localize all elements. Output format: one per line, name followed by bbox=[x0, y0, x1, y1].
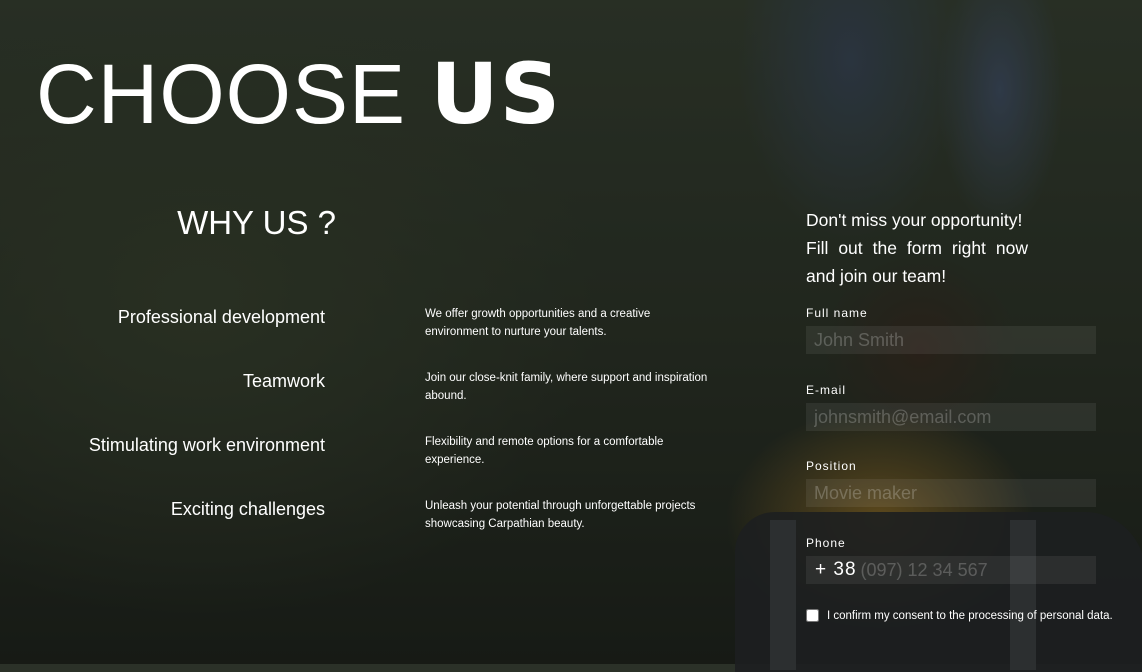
feature-title-professional-development: Professional development bbox=[117, 307, 325, 327]
promo-line-3: and join our team! bbox=[806, 266, 947, 286]
phone-field: + 38 bbox=[806, 556, 1096, 584]
feature-title-exciting-challenges: Exciting challenges bbox=[170, 499, 325, 519]
feature-title-teamwork: Teamwork bbox=[242, 371, 325, 391]
backpack-shape bbox=[735, 512, 1142, 672]
email-input[interactable] bbox=[806, 403, 1096, 431]
feature-title-work-environment: Stimulating work environment bbox=[88, 435, 325, 455]
consent-checkbox[interactable] bbox=[806, 609, 819, 622]
backpack-strap-right bbox=[1010, 520, 1036, 670]
feature-desc-work-environment: Flexibility and remote options for a com… bbox=[425, 436, 664, 466]
consent-row[interactable]: I confirm my consent to the processing o… bbox=[806, 609, 1113, 622]
phone-country-prefix: + 38 bbox=[815, 559, 857, 580]
feature-desc-teamwork: Join our close-knit family, where suppor… bbox=[425, 372, 708, 402]
why-us-heading: WHY US ? bbox=[177, 204, 336, 241]
phone-input[interactable] bbox=[856, 556, 1096, 584]
full-name-input[interactable] bbox=[806, 326, 1096, 354]
promo-line-1: Don't miss your opportunity! bbox=[806, 210, 1023, 230]
feature-desc-exciting-challenges: Unleash your potential through unforgett… bbox=[425, 500, 696, 530]
consent-label: I confirm my consent to the processing o… bbox=[827, 609, 1113, 622]
page-title-light: CHOOSE bbox=[36, 47, 431, 141]
position-input[interactable] bbox=[806, 479, 1096, 507]
position-label: Position bbox=[806, 459, 857, 473]
promo-line-2: Fill out the form right now bbox=[806, 238, 1028, 258]
backpack-strap-left bbox=[770, 520, 796, 670]
full-name-label: Full name bbox=[806, 306, 868, 320]
page-title: CHOOSE US bbox=[36, 44, 561, 144]
form-promo-text: Don't miss your opportunity! Fill out th… bbox=[806, 206, 1028, 290]
email-label: E-mail bbox=[806, 383, 847, 397]
feature-desc-professional-development: We offer growth opportunities and a crea… bbox=[425, 308, 651, 338]
page-title-bold: US bbox=[430, 45, 562, 143]
phone-label: Phone bbox=[806, 536, 846, 550]
